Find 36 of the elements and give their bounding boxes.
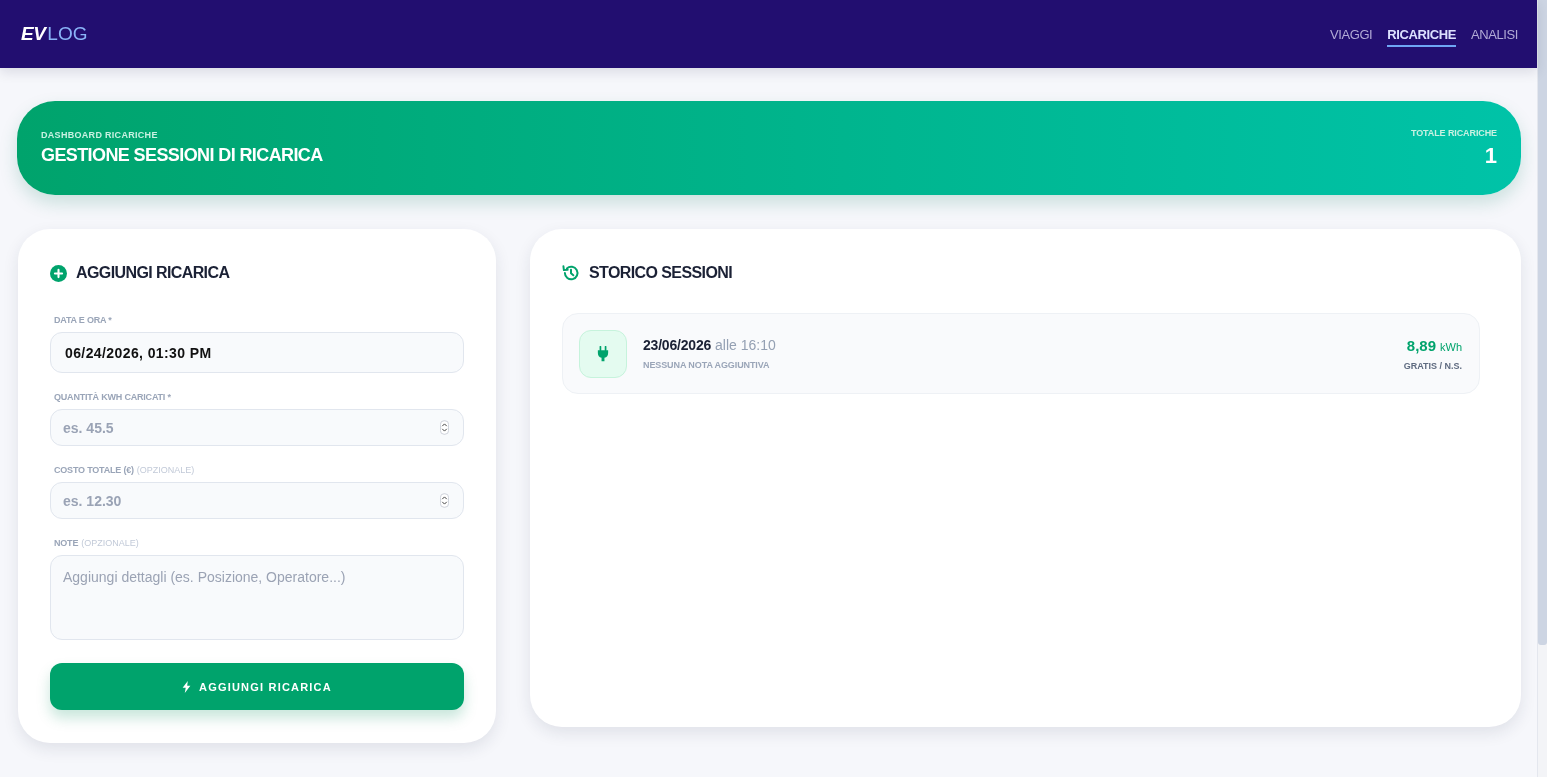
field-label: NOTE <box>54 538 79 549</box>
session-cost: GRATIS / N.S. <box>1403 360 1462 371</box>
nav-tab[interactable]: ANALISI <box>1470 24 1518 47</box>
nav-tab[interactable]: RICARICHE <box>1387 24 1456 47</box>
logo-text: EV <box>21 23 46 45</box>
banner-eyebrow: DASHBOARD RICARICHE <box>41 130 159 140</box>
plug-icon <box>579 329 627 378</box>
stat-value: 1 <box>1483 142 1497 169</box>
energy-value: 8,89 <box>1406 336 1436 354</box>
datetime-field[interactable]: 06/24/2026, 01:30 PM <box>50 332 464 373</box>
notes-field[interactable]: Aggiungi dettagli (es. Posizione, Operatore...) <box>50 555 464 640</box>
energy-unit: kWh <box>1440 340 1462 353</box>
card-title: AGGIUNGI RICARICA <box>76 264 230 282</box>
scrollbar-track[interactable] <box>1537 0 1547 777</box>
stat-label: TOTALE RICARICHE <box>1410 127 1497 138</box>
field-label: DATA E ORA * <box>54 315 112 326</box>
session-row[interactable]: 23/06/2026 alle 16:10 NESSUNA NOTA AGGIUNTIVA 8,89 kWh GRATIS / N.S. <box>562 313 1480 394</box>
scrollbar-thumb[interactable] <box>1538 0 1547 645</box>
logo-text: LOG <box>47 23 88 45</box>
number-field[interactable]: es. 45.5 <box>50 409 464 446</box>
spinner-icon[interactable] <box>440 420 449 435</box>
plus-circle-icon <box>50 264 67 282</box>
field-label: QUANTITÀ KWH CARICATI * <box>54 392 171 403</box>
optional-hint: (OPZIONALE) <box>136 465 195 476</box>
field-label: COSTO TOTALE (€) <box>54 465 134 476</box>
session-note: NESSUNA NOTA AGGIUNTIVA <box>643 360 771 370</box>
nav-tab[interactable]: VIAGGI <box>1329 24 1373 47</box>
session-date: 23/06/2026 <box>643 337 712 353</box>
card-title: STORICO SESSIONI <box>589 264 733 282</box>
history-icon <box>562 264 580 282</box>
spinner-icon[interactable] <box>440 493 449 508</box>
number-field[interactable]: es. 12.30 <box>50 482 464 519</box>
bolt-icon <box>182 680 192 693</box>
optional-hint: (OPZIONALE) <box>81 538 139 549</box>
session-time: alle 16:10 <box>715 337 776 353</box>
banner-title: GESTIONE SESSIONI DI RICARICA <box>41 145 323 166</box>
